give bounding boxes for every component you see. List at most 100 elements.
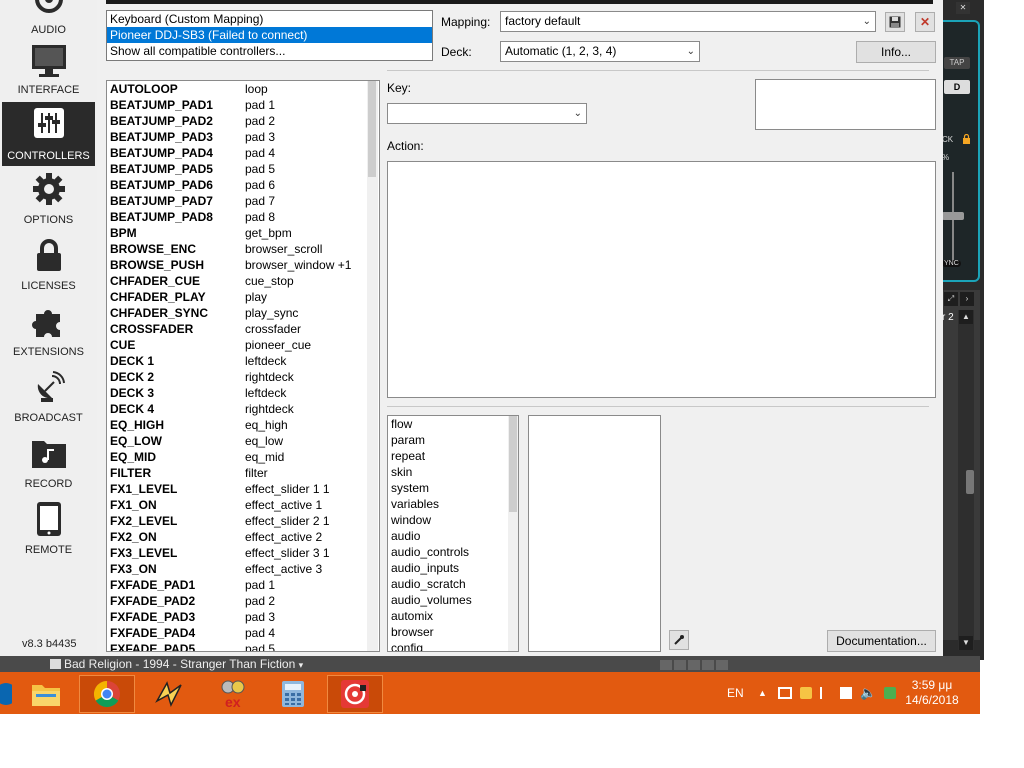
- controller-item-show-all[interactable]: Show all compatible controllers...: [107, 43, 432, 59]
- table-row[interactable]: FXFADE_PAD2 pad 2: [107, 593, 379, 609]
- key-display[interactable]: [755, 79, 936, 130]
- table-row[interactable]: BEATJUMP_PAD3 pad 3: [107, 129, 379, 145]
- table-row[interactable]: BROWSE_PUSH browser_window +1: [107, 257, 379, 273]
- table-row[interactable]: EQ_MID eq_mid: [107, 449, 379, 465]
- list-item[interactable]: param: [388, 432, 518, 448]
- table-row[interactable]: BEATJUMP_PAD2 pad 2: [107, 113, 379, 129]
- next-icon[interactable]: [716, 660, 728, 670]
- scroll-up-icon[interactable]: ▲: [959, 310, 973, 324]
- taskbar-soundex[interactable]: ex: [205, 675, 261, 713]
- controller-item-pioneer[interactable]: Pioneer DDJ-SB3 (Failed to connect): [107, 27, 432, 43]
- pitch-slider-knob[interactable]: [942, 212, 964, 220]
- list-item[interactable]: audio_controls: [388, 544, 518, 560]
- mapping-select[interactable]: factory default ⌄: [500, 11, 876, 32]
- flag-icon[interactable]: [820, 687, 832, 699]
- table-row[interactable]: DECK 2 rightdeck: [107, 369, 379, 385]
- mapping-scrollbar[interactable]: [367, 81, 378, 651]
- sidebar-item-licenses[interactable]: LICENSES: [2, 234, 95, 298]
- key-select[interactable]: ⌄: [387, 103, 587, 124]
- table-row[interactable]: BEATJUMP_PAD4 pad 4: [107, 145, 379, 161]
- table-row[interactable]: FXFADE_PAD4 pad 4: [107, 625, 379, 641]
- table-row[interactable]: FX2_LEVEL effect_slider 2 1: [107, 513, 379, 529]
- tray-expand-icon[interactable]: ▲: [758, 672, 767, 714]
- table-row[interactable]: CHFADER_PLAY play: [107, 289, 379, 305]
- sidebar-item-extensions[interactable]: EXTENSIONS: [2, 300, 95, 364]
- table-row[interactable]: AUTOLOOP loop: [107, 81, 379, 97]
- mapping-table[interactable]: AUTOLOOP loop BEATJUMP_PAD1 pad 1 BEATJUMP_P…: [106, 80, 380, 652]
- sync-button[interactable]: YNC: [942, 260, 961, 267]
- subcategory-list[interactable]: [528, 415, 661, 652]
- sidebar-item-interface[interactable]: INTERFACE: [2, 40, 95, 104]
- info-button[interactable]: Info...: [856, 41, 936, 63]
- taskbar-explorer[interactable]: [18, 675, 74, 713]
- scroll-down-icon[interactable]: ▼: [959, 636, 973, 650]
- network-icon[interactable]: [778, 687, 792, 699]
- app-tray-icon[interactable]: [800, 687, 812, 699]
- table-row[interactable]: FXFADE_PAD3 pad 3: [107, 609, 379, 625]
- list-item[interactable]: window: [388, 512, 518, 528]
- table-row[interactable]: BEATJUMP_PAD7 pad 7: [107, 193, 379, 209]
- tap-button[interactable]: TAP: [944, 57, 970, 69]
- taskbar-winamp[interactable]: [141, 675, 197, 713]
- list-item[interactable]: browser: [388, 624, 518, 640]
- list-item[interactable]: variables: [388, 496, 518, 512]
- taskbar-chrome[interactable]: [79, 675, 135, 713]
- table-row[interactable]: CROSSFADER crossfader: [107, 321, 379, 337]
- category-list[interactable]: flow param repeat skin system variables window…: [387, 415, 519, 652]
- sidebar-item-remote[interactable]: REMOTE: [2, 498, 95, 562]
- table-row[interactable]: CHFADER_SYNC play_sync: [107, 305, 379, 321]
- save-mapping-button[interactable]: [885, 12, 905, 32]
- stop-icon[interactable]: [702, 660, 714, 670]
- pick-button[interactable]: [669, 630, 689, 650]
- expand-icon[interactable]: ⤢: [944, 292, 958, 306]
- table-row[interactable]: BEATJUMP_PAD8 pad 8: [107, 209, 379, 225]
- table-row[interactable]: DECK 3 leftdeck: [107, 385, 379, 401]
- table-row[interactable]: FX1_LEVEL effect_slider 1 1: [107, 481, 379, 497]
- list-item[interactable]: audio: [388, 528, 518, 544]
- bg-close-button[interactable]: ✕: [956, 2, 970, 14]
- table-row[interactable]: DECK 4 rightdeck: [107, 401, 379, 417]
- table-row[interactable]: BPM get_bpm: [107, 225, 379, 241]
- action-editor[interactable]: [387, 161, 936, 398]
- prev-icon[interactable]: [660, 660, 672, 670]
- table-row[interactable]: DECK 1 leftdeck: [107, 353, 379, 369]
- list-item[interactable]: automix: [388, 608, 518, 624]
- now-playing[interactable]: Bad Religion - 1994 - Stranger Than Fict…: [50, 656, 303, 672]
- taskbar-calculator[interactable]: [265, 675, 321, 713]
- taskbar-clock[interactable]: 3:59 μμ 14/6/2018: [892, 678, 972, 708]
- table-row[interactable]: FX2_ON effect_active 2: [107, 529, 379, 545]
- chevron-right-icon[interactable]: ›: [960, 292, 974, 306]
- language-indicator[interactable]: EN: [727, 672, 744, 714]
- table-row[interactable]: CUE pioneer_cue: [107, 337, 379, 353]
- list-item[interactable]: config: [388, 640, 518, 651]
- pause-icon[interactable]: [688, 660, 700, 670]
- table-row[interactable]: FX3_LEVEL effect_slider 3 1: [107, 545, 379, 561]
- list-item[interactable]: flow: [388, 416, 518, 432]
- table-row[interactable]: CHFADER_CUE cue_stop: [107, 273, 379, 289]
- list-item[interactable]: audio_scratch: [388, 576, 518, 592]
- table-row[interactable]: FX3_ON effect_active 3: [107, 561, 379, 577]
- table-row[interactable]: BEATJUMP_PAD6 pad 6: [107, 177, 379, 193]
- table-row[interactable]: BEATJUMP_PAD5 pad 5: [107, 161, 379, 177]
- table-row[interactable]: EQ_LOW eq_low: [107, 433, 379, 449]
- list-item[interactable]: skin: [388, 464, 518, 480]
- table-row[interactable]: FILTER filter: [107, 465, 379, 481]
- table-row[interactable]: BROWSE_ENC browser_scroll: [107, 241, 379, 257]
- flag-alert-icon[interactable]: [840, 687, 852, 699]
- table-row[interactable]: FXFADE_PAD5 pad 5: [107, 641, 379, 651]
- table-row[interactable]: FX1_ON effect_active 1: [107, 497, 379, 513]
- delete-mapping-button[interactable]: ✕: [915, 12, 935, 32]
- sidebar-item-record[interactable]: RECORD: [2, 432, 95, 496]
- volume-icon[interactable]: 🔈: [860, 685, 876, 701]
- list-item[interactable]: audio_inputs: [388, 560, 518, 576]
- play-icon[interactable]: [674, 660, 686, 670]
- list-item[interactable]: repeat: [388, 448, 518, 464]
- documentation-button[interactable]: Documentation...: [827, 630, 936, 652]
- mapping-scroll-thumb[interactable]: [368, 81, 376, 177]
- taskbar-virtualdj[interactable]: [327, 675, 383, 713]
- controller-list[interactable]: Keyboard (Custom Mapping) Pioneer DDJ-SB…: [106, 10, 433, 61]
- sidebar-item-broadcast[interactable]: BROADCAST: [2, 366, 95, 430]
- sidebar-item-options[interactable]: OPTIONS: [2, 168, 95, 232]
- category-scroll-thumb[interactable]: [509, 416, 517, 512]
- table-row[interactable]: BEATJUMP_PAD1 pad 1: [107, 97, 379, 113]
